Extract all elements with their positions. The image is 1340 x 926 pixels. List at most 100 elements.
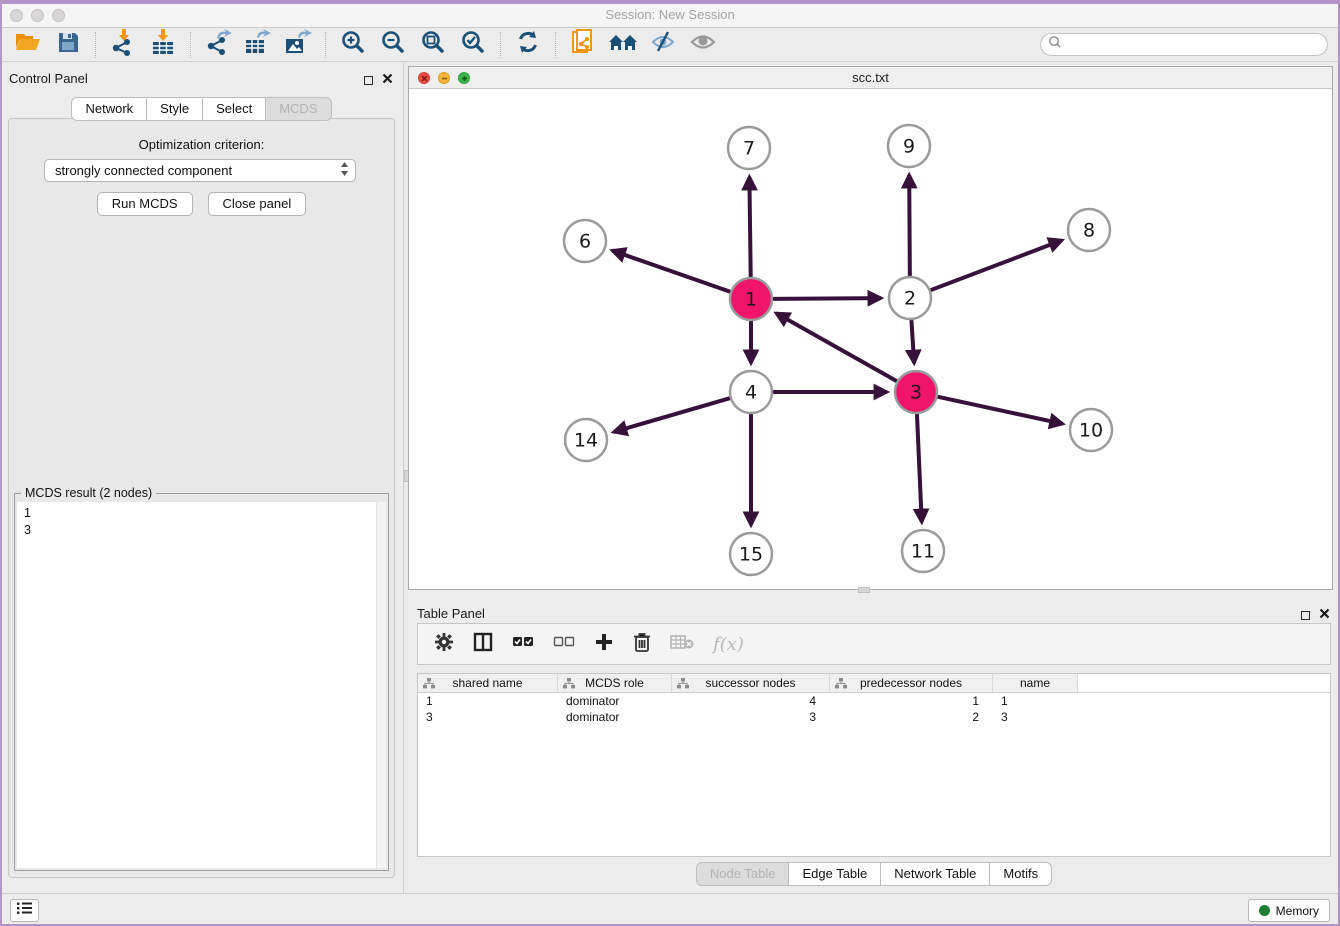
- optimization-criterion-select[interactable]: strongly connected component: [44, 159, 356, 182]
- tree-icon: [563, 678, 575, 692]
- close-table-panel-icon[interactable]: [1319, 606, 1330, 624]
- import-network-button[interactable]: [103, 30, 143, 60]
- export-image-icon: [284, 28, 312, 61]
- zoom-out-button[interactable]: [373, 30, 413, 60]
- graph-edge-3-11[interactable]: [917, 414, 922, 522]
- zoom-selected-button[interactable]: [453, 30, 493, 60]
- delete-table-button[interactable]: [670, 634, 694, 655]
- graph-node-label-10: 10: [1079, 420, 1103, 442]
- tab-network-table[interactable]: Network Table: [880, 862, 990, 886]
- graph-edge-1-2[interactable]: [773, 298, 881, 299]
- graph-node-label-7: 7: [743, 138, 755, 160]
- add-column-button[interactable]: [594, 632, 614, 657]
- deselect-all-columns-button[interactable]: [553, 635, 575, 654]
- tab-select[interactable]: Select: [202, 97, 266, 121]
- zoom-fit-button[interactable]: [413, 30, 453, 60]
- toolbar-separator: [95, 32, 96, 58]
- horizontal-splitter-handle[interactable]: [858, 587, 870, 593]
- select-all-columns-button[interactable]: [512, 635, 534, 654]
- graph-edge-3-1[interactable]: [776, 313, 897, 381]
- graph-node-label-4: 4: [745, 382, 757, 404]
- close-panel-icon[interactable]: [382, 71, 393, 89]
- graph-edge-1-7[interactable]: [749, 177, 750, 277]
- export-table-button[interactable]: [238, 30, 278, 60]
- table-cell[interactable]: dominator: [558, 693, 672, 709]
- mcds-result-list[interactable]: 1 3: [17, 502, 386, 868]
- hide-graphics-details-button[interactable]: [643, 30, 683, 60]
- tree-icon: [677, 678, 689, 692]
- tab-style[interactable]: Style: [146, 97, 203, 121]
- main-toolbar: [0, 28, 1340, 62]
- result-scrollbar[interactable]: [376, 502, 386, 868]
- tab-node-table[interactable]: Node Table: [696, 862, 790, 886]
- network-canvas[interactable]: 7968124314101511: [409, 90, 1332, 589]
- table-cell[interactable]: 3: [672, 709, 830, 725]
- memory-button[interactable]: Memory: [1248, 899, 1330, 922]
- table-cell[interactable]: 1: [830, 693, 993, 709]
- graph-edge-4-14[interactable]: [614, 398, 730, 432]
- table-toolbar: f(x): [417, 623, 1331, 665]
- node-table-header: shared name MCDS role successor nodes pr…: [418, 674, 1330, 693]
- tab-motifs[interactable]: Motifs: [989, 862, 1052, 886]
- show-graphics-details-button[interactable]: [683, 30, 723, 60]
- network-graph[interactable]: 7968124314101511: [409, 90, 1332, 590]
- table-cell[interactable]: 3: [993, 709, 1078, 725]
- table-cell[interactable]: dominator: [558, 709, 672, 725]
- column-header-predecessor-nodes[interactable]: predecessor nodes: [830, 674, 993, 692]
- show-columns-button[interactable]: [473, 632, 493, 657]
- graph-node-label-11: 11: [911, 541, 935, 563]
- zoom-in-button[interactable]: [333, 30, 373, 60]
- graph-node-label-14: 14: [574, 430, 598, 452]
- tree-icon: [423, 678, 435, 692]
- open-session-button[interactable]: [8, 30, 48, 60]
- tab-mcds[interactable]: MCDS: [265, 97, 331, 121]
- search-input[interactable]: [1067, 38, 1327, 52]
- run-mcds-button[interactable]: Run MCDS: [97, 192, 193, 216]
- network-window-titlebar[interactable]: scc.txt: [409, 67, 1332, 89]
- graph-edge-1-6[interactable]: [612, 251, 730, 292]
- float-table-panel-icon[interactable]: [1301, 611, 1310, 620]
- column-header-mcds-role[interactable]: MCDS role: [558, 674, 672, 692]
- export-network-icon: [205, 28, 231, 61]
- tab-mcds-label: MCDS: [279, 101, 317, 116]
- network-from-file-button[interactable]: [563, 30, 603, 60]
- graph-edge-2-8[interactable]: [931, 240, 1062, 290]
- close-panel-button[interactable]: Close panel: [208, 192, 307, 216]
- graph-edge-3-10[interactable]: [937, 397, 1062, 424]
- table-cell[interactable]: 3: [418, 709, 558, 725]
- zoom-fit-icon: [420, 29, 446, 60]
- export-network-button[interactable]: [198, 30, 238, 60]
- column-header-shared-name[interactable]: shared name: [418, 674, 558, 692]
- table-cell[interactable]: 4: [672, 693, 830, 709]
- app-titlebar: Session: New Session: [0, 4, 1340, 28]
- tab-network[interactable]: Network: [71, 97, 147, 121]
- home-layout-button[interactable]: [603, 30, 643, 60]
- table-options-button[interactable]: [434, 632, 454, 657]
- graph-edge-2-9[interactable]: [909, 175, 910, 276]
- tab-node-table-label: Node Table: [710, 866, 776, 881]
- save-session-button[interactable]: [48, 30, 88, 60]
- table-cell[interactable]: 2: [830, 709, 993, 725]
- column-label: name: [1020, 676, 1050, 690]
- table-cell[interactable]: 1: [993, 693, 1078, 709]
- zoom-out-icon: [380, 29, 406, 60]
- column-header-name[interactable]: name: [993, 674, 1078, 692]
- import-table-button[interactable]: [143, 30, 183, 60]
- table-row[interactable]: 1dominator411: [418, 693, 1330, 709]
- column-header-successor-nodes[interactable]: successor nodes: [672, 674, 830, 692]
- tree-icon: [835, 678, 847, 692]
- table-cell[interactable]: 1: [418, 693, 558, 709]
- tab-edge-table[interactable]: Edge Table: [788, 862, 881, 886]
- table-row[interactable]: 3dominator323: [418, 709, 1330, 725]
- export-table-icon: [244, 28, 272, 61]
- export-image-button[interactable]: [278, 30, 318, 60]
- float-panel-icon[interactable]: [364, 76, 373, 85]
- node-table: shared name MCDS role successor nodes pr…: [417, 673, 1331, 857]
- function-builder-button[interactable]: f(x): [713, 634, 744, 655]
- delete-column-button[interactable]: [633, 632, 651, 657]
- task-history-button[interactable]: [10, 899, 39, 922]
- graph-edge-2-3[interactable]: [911, 320, 914, 363]
- mcds-result-line: 1: [24, 505, 386, 522]
- refresh-network-button[interactable]: [508, 30, 548, 60]
- graph-node-label-9: 9: [903, 136, 915, 158]
